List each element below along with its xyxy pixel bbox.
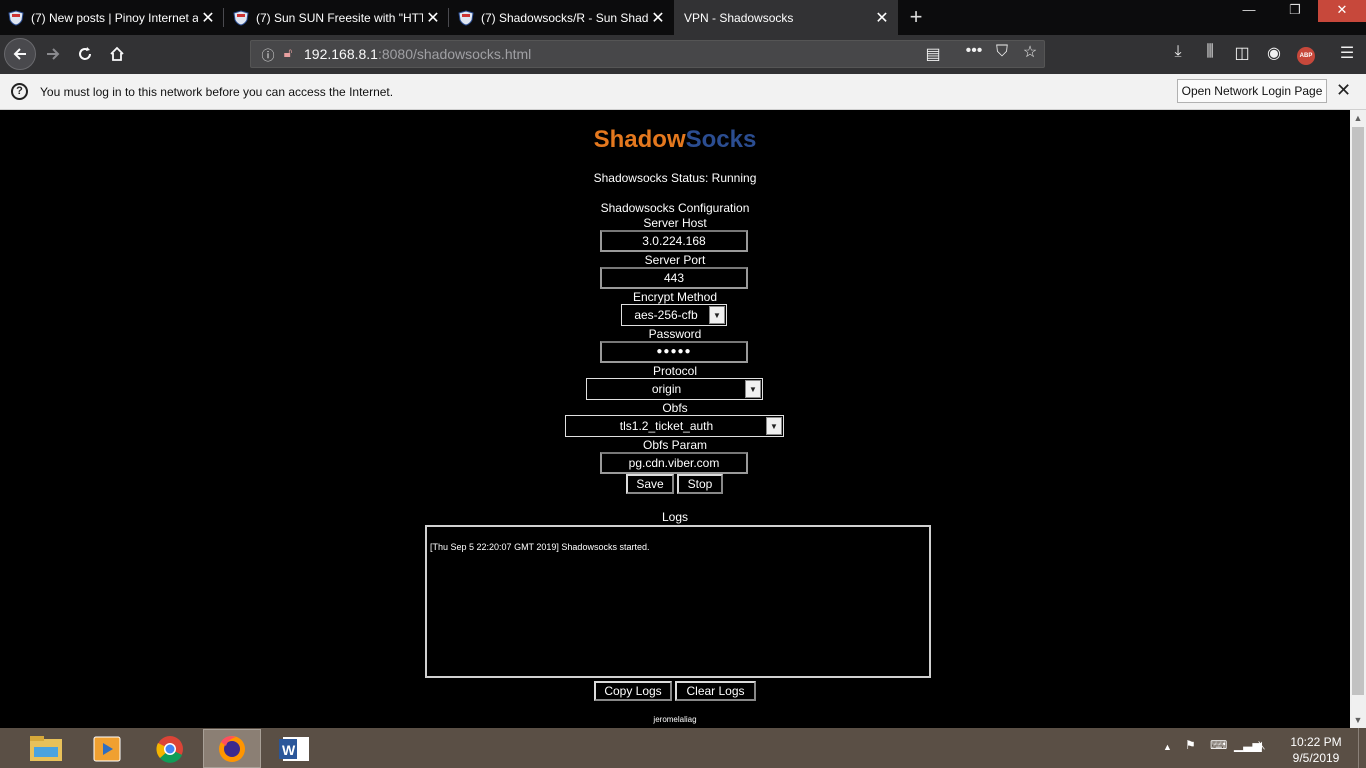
config-heading: Shadowsocks Configuration — [600, 201, 750, 215]
tab-title: (7) Sun SUN Freesite with "HTT — [256, 10, 423, 25]
save-button[interactable]: Save — [626, 474, 674, 494]
chrome-icon[interactable] — [141, 729, 199, 768]
close-tab-icon[interactable]: ✕ — [198, 8, 218, 28]
server-port-label: Server Port — [644, 253, 706, 267]
tab-strip: (7) New posts | Pinoy Internet a ✕ (7) S… — [0, 0, 1366, 35]
stop-button[interactable]: Stop — [677, 474, 723, 494]
url-text[interactable]: 192.168.8.1:8080/shadowsocks.html — [304, 46, 531, 62]
password-label: Password — [648, 327, 702, 341]
firefox-icon[interactable] — [203, 729, 261, 768]
new-tab-icon[interactable]: + — [905, 4, 927, 30]
obfs-label: Obfs — [662, 401, 688, 415]
server-port-input[interactable]: 443 — [600, 267, 748, 289]
restore-icon[interactable]: ❐ — [1272, 0, 1318, 22]
protocol-select[interactable]: origin ▼ — [586, 378, 763, 400]
taskbar-clock[interactable]: 10:22 PM 9/5/2019 — [1282, 734, 1350, 766]
status-text: Shadowsocks Status: Running — [593, 171, 757, 185]
menu-icon[interactable]: ☰ — [1335, 43, 1359, 63]
shield-favicon-icon — [458, 9, 474, 26]
account-icon[interactable]: ◉ — [1262, 43, 1286, 63]
show-desktop-button[interactable] — [1358, 728, 1366, 768]
logs-textarea[interactable]: [Thu Sep 5 22:20:07 GMT 2019] Shadowsock… — [425, 525, 931, 678]
protocol-label: Protocol — [652, 364, 698, 378]
close-tab-icon[interactable]: ✕ — [648, 8, 668, 28]
tab-shadowsocks-r[interactable]: (7) Shadowsocks/R - Sun Shado ✕ — [450, 0, 674, 35]
clock-date: 9/5/2019 — [1292, 751, 1340, 765]
adblock-icon[interactable]: ABP — [1294, 44, 1318, 65]
close-tab-icon[interactable]: ✕ — [423, 8, 443, 28]
close-tab-icon[interactable]: ✕ — [872, 8, 892, 28]
scrollbar-thumb[interactable] — [1352, 127, 1364, 695]
encrypt-method-label: Encrypt Method — [632, 290, 718, 304]
tab-pinoy-internet[interactable]: (7) New posts | Pinoy Internet a ✕ — [0, 0, 224, 35]
minimize-icon[interactable]: — — [1226, 0, 1272, 22]
scroll-down-icon[interactable]: ▼ — [1350, 712, 1366, 728]
usb-device-icon[interactable]: ⌨ — [1210, 738, 1227, 752]
window-close-icon[interactable]: ✕ — [1318, 0, 1366, 22]
chevron-down-icon: ▼ — [745, 380, 761, 398]
tab-title: VPN - Shadowsocks — [684, 10, 794, 25]
more-icon[interactable]: ••• — [962, 42, 986, 60]
word-icon[interactable]: W — [265, 729, 323, 768]
notification-close-icon[interactable]: ✕ — [1336, 80, 1351, 101]
chevron-down-icon: ▼ — [709, 306, 725, 324]
encrypt-method-select[interactable]: aes-256-cfb ▼ — [621, 304, 727, 326]
sidebar-icon[interactable]: ◫ — [1230, 43, 1254, 63]
file-explorer-icon[interactable] — [17, 729, 75, 768]
reload-icon[interactable] — [70, 39, 100, 69]
forward-icon[interactable] — [38, 39, 68, 69]
clear-logs-button[interactable]: Clear Logs — [675, 681, 756, 701]
media-player-icon[interactable] — [78, 729, 136, 768]
obfs-select[interactable]: tls1.2_ticket_auth ▼ — [565, 415, 784, 437]
shield-favicon-icon — [233, 9, 249, 26]
pocket-icon[interactable]: ⛉ — [990, 43, 1014, 61]
volume-muted-icon[interactable]: 🔇︎ — [1258, 738, 1266, 753]
log-line: [Thu Sep 5 22:20:07 GMT 2019] Shadowsock… — [430, 542, 650, 552]
download-icon[interactable]: ⤓ — [1166, 43, 1190, 61]
action-center-flag-icon[interactable]: ⚑ — [1185, 738, 1196, 752]
obfs-param-label: Obfs Param — [642, 438, 708, 452]
library-icon[interactable]: ⫼ — [1198, 43, 1222, 61]
clock-time: 10:22 PM — [1290, 735, 1342, 749]
page-content: ShadowSocks Shadowsocks Status: Running … — [0, 110, 1350, 728]
notification-text: You must log in to this network before y… — [40, 85, 394, 99]
shield-favicon-icon — [8, 9, 24, 26]
author-credit: jeromelaliag — [653, 715, 697, 724]
open-network-login-button[interactable]: Open Network Login Page — [1177, 79, 1327, 103]
page-scrollbar[interactable]: ▲ ▼ — [1350, 110, 1366, 728]
question-icon: ? — [11, 83, 28, 100]
server-host-input[interactable]: 3.0.224.168 — [600, 230, 748, 252]
svg-text:W: W — [282, 742, 296, 758]
insecure-lock-icon[interactable]: 🔓︎ — [276, 45, 300, 61]
logs-heading: Logs — [661, 510, 689, 524]
bookmark-star-icon[interactable]: ☆ — [1018, 42, 1042, 62]
tab-vpn-shadowsocks[interactable]: VPN - Shadowsocks ✕ — [674, 0, 898, 35]
chevron-down-icon: ▼ — [766, 417, 782, 435]
scroll-up-icon[interactable]: ▲ — [1350, 110, 1366, 126]
shadowsocks-logo: ShadowSocks — [593, 126, 757, 153]
copy-logs-button[interactable]: Copy Logs — [594, 681, 672, 701]
back-icon[interactable] — [4, 38, 36, 70]
home-icon[interactable] — [102, 39, 132, 69]
obfs-param-input[interactable]: pg.cdn.viber.com — [600, 452, 748, 474]
tab-title: (7) New posts | Pinoy Internet a — [31, 10, 198, 25]
tab-sun-freesite[interactable]: (7) Sun SUN Freesite with "HTT ✕ — [225, 0, 449, 35]
show-hidden-icons-icon[interactable]: ▲ — [1163, 742, 1172, 752]
server-host-label: Server Host — [643, 216, 707, 230]
tab-title: (7) Shadowsocks/R - Sun Shado — [481, 10, 648, 25]
reader-view-icon[interactable]: ▤ — [921, 44, 945, 64]
password-input[interactable]: ●●●●● — [600, 341, 748, 363]
